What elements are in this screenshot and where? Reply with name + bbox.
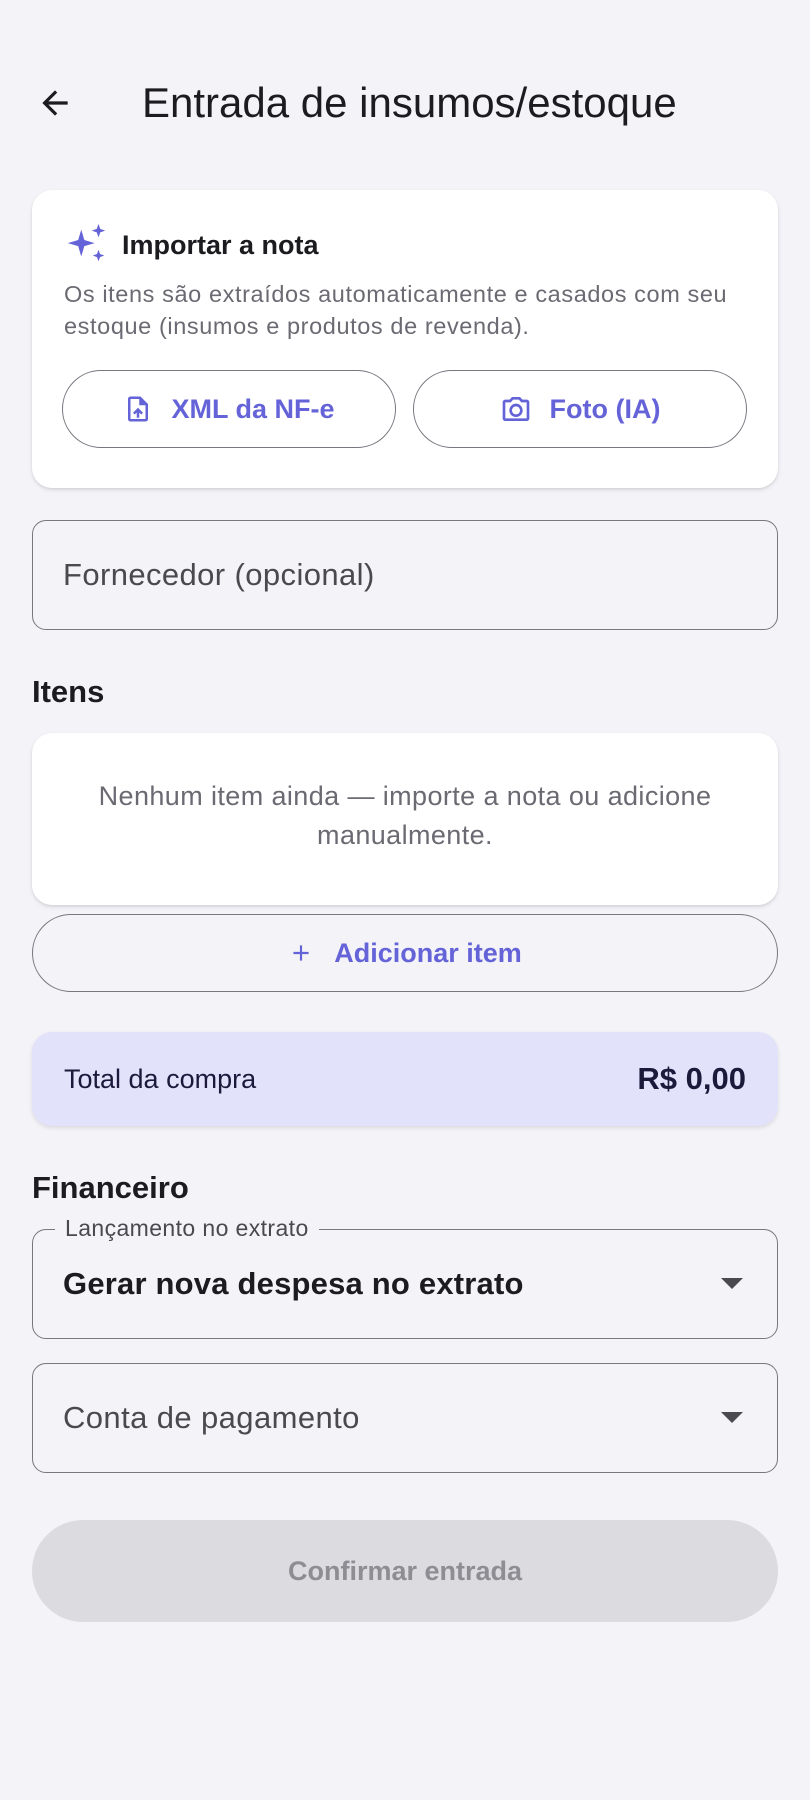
payment-account-placeholder: Conta de pagamento [63,1400,360,1435]
dropdown-arrow-icon [721,1412,743,1423]
items-section-label: Itens [32,674,105,709]
sparkle-icon [67,223,106,262]
xml-import-label: XML da NF-e [171,393,335,424]
supplier-input[interactable]: Fornecedor (opcional) [32,520,778,630]
add-item-button[interactable]: Adicionar item [32,914,778,992]
dropdown-arrow-icon [721,1278,743,1289]
import-description: Os itens são extraídos automaticamente e… [64,281,728,339]
import-header: Importar a nota [64,222,319,268]
arrow-left-icon [42,90,68,116]
xml-import-button[interactable]: XML da NF-e [62,370,396,448]
items-empty-message: Nenhum item ainda — importe a nota ou ad… [98,781,712,850]
plus-icon [293,945,309,961]
total-value: R$ 0,00 [637,1061,746,1096]
launch-select-value: Gerar nova despesa no extrato [63,1266,524,1301]
confirm-entry-label: Confirmar entrada [287,1555,523,1586]
page-title: Entrada de insumos/estoque [142,79,677,126]
import-title: Importar a nota [122,229,319,260]
photo-import-label: Foto (IA) [549,393,661,424]
financial-section-label: Financeiro [32,1170,189,1205]
camera-icon [502,397,529,421]
add-item-label: Adicionar item [334,937,522,968]
confirm-entry-button[interactable]: Confirmar entrada [32,1520,778,1622]
payment-account-select[interactable]: Conta de pagamento [32,1363,778,1473]
app-bar: Entrada de insumos/estoque [0,60,810,144]
photo-import-button[interactable]: Foto (IA) [413,370,747,448]
file-upload-icon [128,396,149,422]
launch-select[interactable]: Lançamento no extrato Gerar nova despesa… [32,1213,778,1339]
total-label: Total da compra [64,1063,257,1094]
supplier-placeholder: Fornecedor (opcional) [63,557,375,592]
back-button[interactable] [30,78,80,128]
total-card: Total da compra R$ 0,00 [32,1032,778,1126]
items-empty-card: Nenhum item ainda — importe a nota ou ad… [32,733,778,905]
import-card: Importar a nota Os itens são extraídos a… [32,190,778,488]
